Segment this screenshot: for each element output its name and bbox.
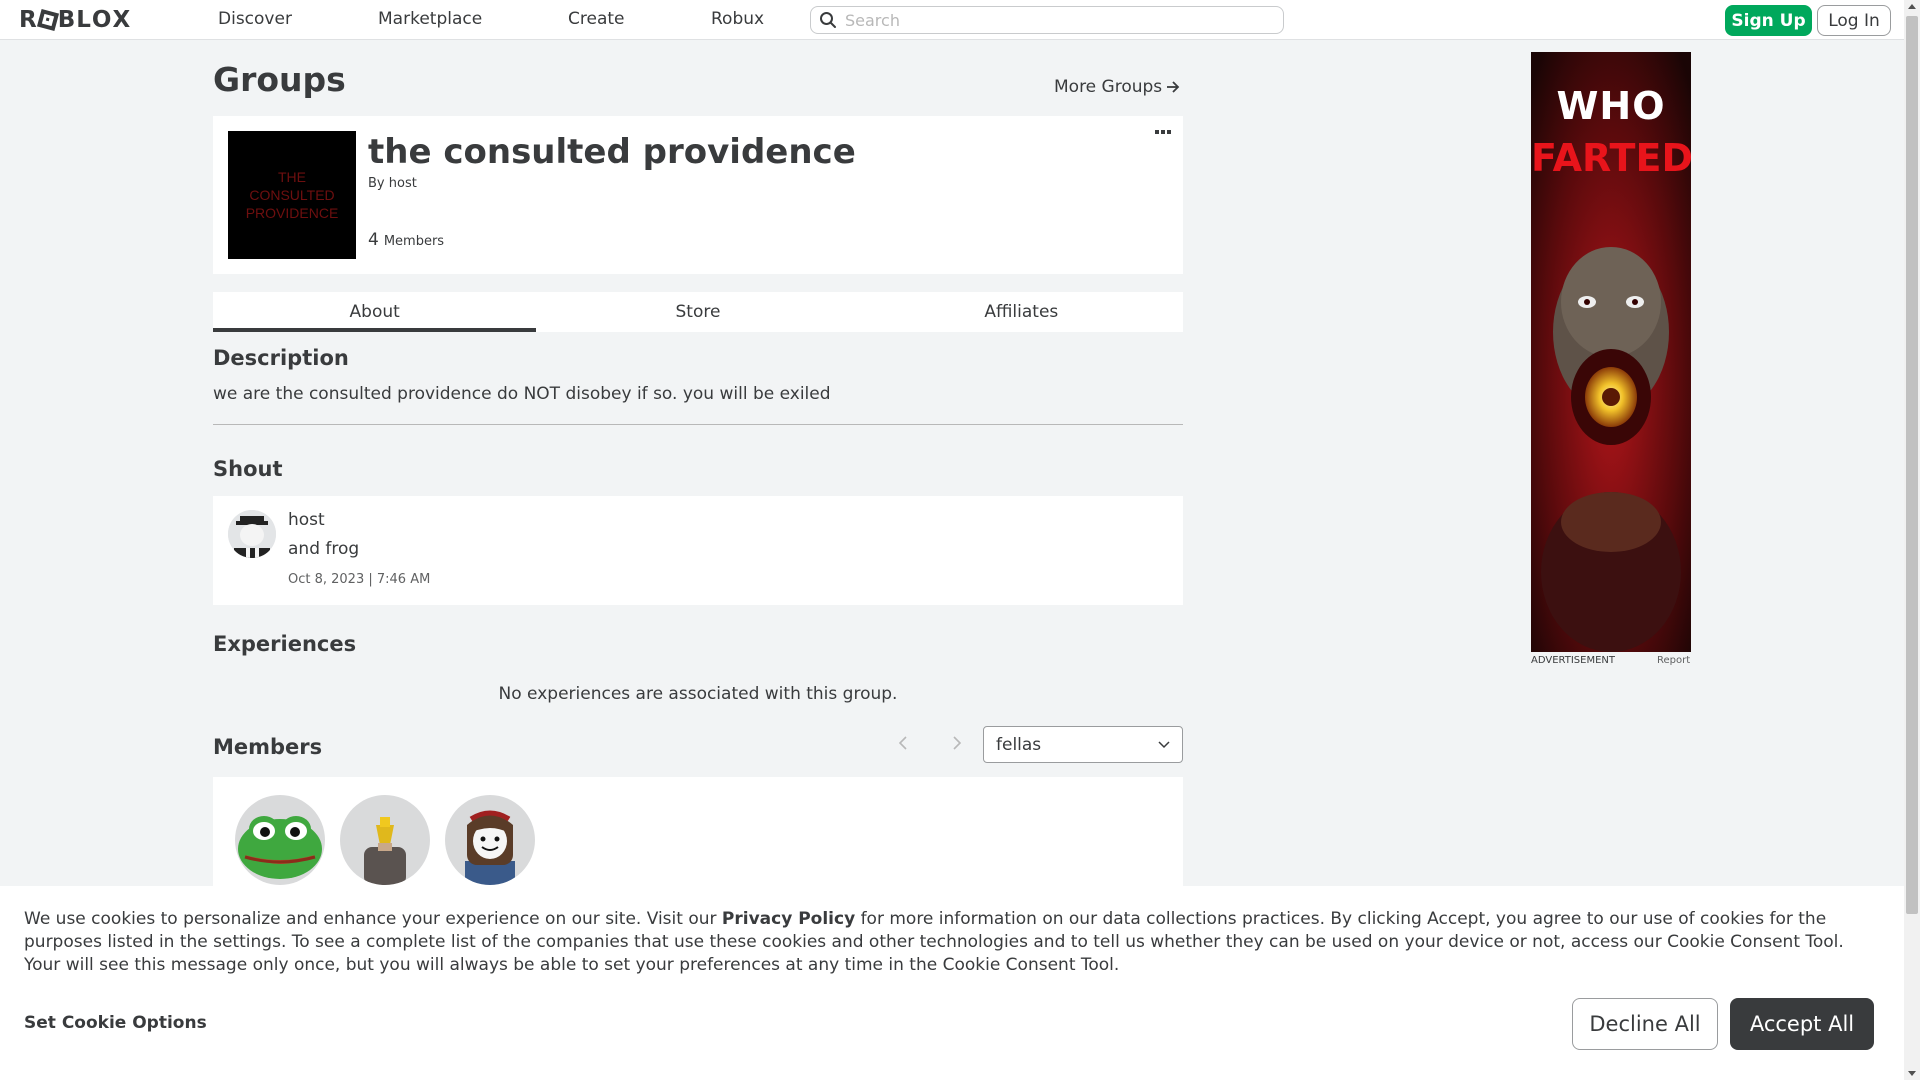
ad-report-link[interactable]: Report <box>1657 655 1690 666</box>
cookie-consent-banner: We use cookies to personalize and enhanc… <box>0 886 1904 1080</box>
shout-card: host and frog Oct 8, 2023 | 7:46 AM <box>213 496 1183 605</box>
search-input[interactable] <box>845 10 1265 30</box>
shout-heading: Shout <box>213 457 283 481</box>
page-title: Groups <box>213 60 346 99</box>
group-header-card: THE CONSULTED PROVIDENCE the consulted p… <box>213 116 1183 274</box>
group-emblem-text: THE CONSULTED PROVIDENCE <box>245 169 339 221</box>
cookie-text-before: We use cookies to personalize and enhanc… <box>24 909 722 929</box>
log-in-button[interactable]: Log In <box>1817 5 1891 36</box>
scroll-up-arrow-icon[interactable] <box>1908 4 1916 9</box>
bald-avatar-icon <box>340 795 430 885</box>
group-owner-link[interactable]: host <box>389 176 417 191</box>
decline-all-button[interactable]: Decline All <box>1572 998 1718 1050</box>
more-groups-link[interactable]: More Groups <box>1054 77 1180 97</box>
tab-affiliates[interactable]: Affiliates <box>860 292 1183 332</box>
ad-headline-line2: FARTED <box>1531 136 1691 180</box>
tab-store[interactable]: Store <box>536 292 859 332</box>
group-emblem: THE CONSULTED PROVIDENCE <box>228 131 356 259</box>
accept-all-button[interactable]: Accept All <box>1730 998 1874 1050</box>
group-name: the consulted providence <box>368 132 856 172</box>
members-heading: Members <box>213 735 323 759</box>
chevron-down-icon <box>1158 741 1170 749</box>
scrollbar-thumb[interactable] <box>1906 16 1918 914</box>
ad-headline-line1: WHO <box>1556 84 1666 128</box>
member-avatar-bald[interactable] <box>340 795 430 885</box>
sign-up-button[interactable]: Sign Up <box>1725 5 1812 36</box>
nav-link-robux[interactable]: Robux <box>711 9 764 29</box>
description-divider <box>213 424 1183 425</box>
member-count-label: Members <box>383 234 445 249</box>
member-count-number: 4 <box>368 230 379 250</box>
tab-about[interactable]: About <box>213 292 537 332</box>
page-scrollbar[interactable] <box>1904 0 1920 1080</box>
members-list <box>213 777 1183 887</box>
advertisement-banner[interactable]: WHO FARTED <box>1531 52 1691 652</box>
chevron-right-icon[interactable] <box>946 733 966 753</box>
roblox-logo[interactable]: RBLOX <box>19 7 131 33</box>
more-groups-label: More Groups <box>1054 77 1163 97</box>
chevron-left-icon[interactable] <box>894 733 914 753</box>
shout-username[interactable]: host <box>288 510 325 530</box>
shout-user-avatar[interactable] <box>228 510 276 558</box>
member-role-dropdown[interactable]: fellas <box>983 726 1183 763</box>
more-options-icon[interactable] <box>1155 130 1171 134</box>
avatar-headshot-icon <box>228 510 276 558</box>
frog-avatar-icon <box>235 795 325 885</box>
cookie-message: We use cookies to personalize and enhanc… <box>24 908 1884 977</box>
nav-link-marketplace[interactable]: Marketplace <box>378 9 482 29</box>
search-bar[interactable] <box>810 6 1284 34</box>
experiences-heading: Experiences <box>213 632 357 656</box>
group-member-count: 4 Members <box>368 230 444 250</box>
shout-date: Oct 8, 2023 | 7:46 AM <box>288 572 431 587</box>
set-cookie-options-link[interactable]: Set Cookie Options <box>24 1013 207 1033</box>
search-icon <box>820 12 836 28</box>
description-text: we are the consulted providence do NOT d… <box>213 384 831 404</box>
arrow-right-icon <box>1167 81 1180 93</box>
scroll-down-arrow-icon[interactable] <box>1908 1071 1916 1076</box>
nav-link-discover[interactable]: Discover <box>218 9 292 29</box>
no-experiences-message: No experiences are associated with this … <box>498 684 898 704</box>
nav-link-create[interactable]: Create <box>568 9 625 29</box>
advertisement-label: ADVERTISEMENT <box>1531 655 1616 666</box>
member-role-selected: fellas <box>996 734 1042 755</box>
brown-hair-avatar-icon <box>445 795 535 885</box>
shout-body: and frog <box>288 539 360 559</box>
member-avatar-frog[interactable] <box>235 795 325 885</box>
group-owner-line: By host <box>368 176 417 191</box>
member-avatar-brown-hair[interactable] <box>445 795 535 885</box>
privacy-policy-link[interactable]: Privacy Policy <box>722 909 855 929</box>
top-navigation-bar: RBLOX Discover Marketplace Create Robux … <box>0 0 1904 40</box>
by-label: By <box>368 176 385 191</box>
group-tabs: About Store Affiliates <box>213 292 1183 332</box>
description-heading: Description <box>213 346 349 370</box>
